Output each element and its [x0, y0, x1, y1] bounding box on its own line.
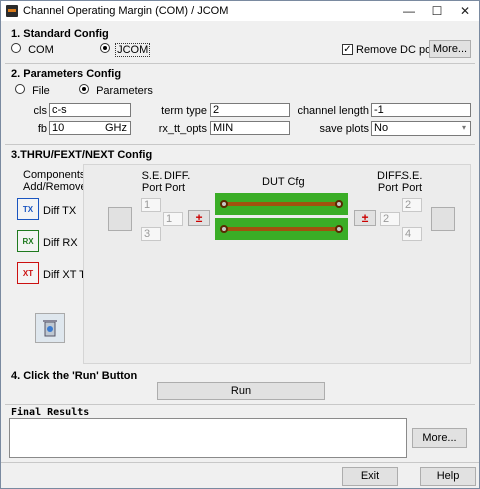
cls-label: cls — [33, 105, 47, 117]
diff-rx-label: Diff RX — [43, 237, 78, 249]
app-icon — [6, 5, 18, 17]
left-diff-port[interactable]: 1 — [163, 212, 183, 226]
left-se-port-label-2: Port — [141, 182, 163, 194]
left-se-port-bottom[interactable]: 3 — [141, 227, 161, 241]
components-label-2: Add/Remove — [23, 181, 87, 193]
channel-length-label: channel length — [297, 105, 369, 117]
standard-config-heading: 1. Standard Config — [11, 28, 109, 40]
divider — [5, 404, 475, 405]
right-polarity-button[interactable]: ± — [354, 210, 376, 226]
left-se-port-top[interactable]: 1 — [141, 198, 161, 212]
fb-label: fb — [37, 123, 47, 135]
maximize-icon[interactable]: ☐ — [423, 1, 451, 21]
results-more-button[interactable]: More... — [412, 428, 467, 448]
close-icon[interactable]: ✕ — [451, 1, 479, 21]
channel-length-field[interactable]: -1 — [371, 103, 471, 117]
dut-trace-bottom[interactable] — [215, 218, 348, 240]
chevron-down-icon: ▾ — [461, 123, 466, 132]
diff-xt-tx-icon[interactable]: XT — [17, 262, 39, 284]
right-diff-port-label-2: Port — [377, 182, 399, 194]
standard-more-button[interactable]: More... — [429, 40, 471, 58]
file-radio-label: File — [32, 85, 50, 97]
thru-config-heading: 3.THRU/FEXT/NEXT Config — [11, 149, 153, 161]
term-type-label: term type — [161, 105, 207, 117]
client-area: 1. Standard Config COM JCOM ✓ Remove DC … — [1, 21, 479, 488]
save-plots-select[interactable]: No ▾ — [371, 121, 471, 136]
trash-icon[interactable] — [35, 313, 65, 343]
window-title: Channel Operating Margin (COM) / JCOM — [23, 5, 229, 17]
com-radio[interactable]: COM — [11, 43, 54, 56]
parameters-radio[interactable]: Parameters — [79, 84, 153, 97]
app-window: Channel Operating Margin (COM) / JCOM — … — [0, 0, 480, 489]
final-results-heading: Final Results — [11, 407, 90, 418]
dut-cfg-label: DUT Cfg — [262, 176, 305, 188]
fb-value: 10 — [52, 122, 65, 134]
parameters-radio-label: Parameters — [96, 85, 153, 97]
dut-trace-top[interactable] — [215, 193, 348, 215]
divider — [5, 63, 475, 64]
right-diff-port[interactable]: 2 — [380, 212, 400, 226]
divider — [5, 144, 475, 145]
exit-button[interactable]: Exit — [342, 467, 398, 486]
jcom-radio-label: JCOM — [115, 43, 151, 57]
left-diff-port-label-2: Port — [164, 182, 186, 194]
left-diff-port-label-1: DIFF. — [164, 170, 191, 182]
trash-icon-graphic — [43, 320, 57, 337]
left-se-port-label-1: S.E. — [141, 170, 163, 182]
pad-icon — [335, 200, 343, 208]
fb-field[interactable]: 10 GHz — [49, 121, 131, 135]
file-radio[interactable]: File — [15, 84, 50, 97]
term-type-field[interactable]: 2 — [210, 103, 290, 117]
right-se-port-top[interactable]: 2 — [402, 198, 422, 212]
left-component-slot[interactable] — [108, 207, 132, 231]
diff-rx-icon[interactable]: RX — [17, 230, 39, 252]
pad-icon — [335, 225, 343, 233]
fb-unit: GHz — [105, 122, 127, 134]
right-se-port-label-2: Port — [401, 182, 423, 194]
left-polarity-button[interactable]: ± — [188, 210, 210, 226]
pad-icon — [220, 200, 228, 208]
run-button[interactable]: Run — [157, 382, 325, 400]
help-button[interactable]: Help — [420, 467, 476, 486]
parameters-config-heading: 2. Parameters Config — [11, 68, 122, 80]
divider — [1, 462, 479, 463]
rx-tt-opts-field[interactable]: MIN — [210, 121, 290, 135]
right-diff-port-label-1: DIFF. — [377, 170, 404, 182]
com-radio-label: COM — [28, 44, 54, 56]
diff-tx-icon[interactable]: TX — [17, 198, 39, 220]
right-component-slot[interactable] — [431, 207, 455, 231]
remove-dc-checkbox[interactable]: ✓ — [342, 44, 353, 55]
com-radio-circle[interactable] — [11, 43, 21, 53]
final-results-box[interactable] — [9, 418, 407, 458]
rx-tt-opts-label: rx_tt_opts — [158, 123, 207, 135]
cls-field[interactable]: c-s — [49, 103, 131, 117]
components-label-1: Components — [23, 169, 86, 181]
title-bar: Channel Operating Margin (COM) / JCOM — … — [1, 1, 479, 21]
minimize-icon[interactable]: — — [395, 1, 423, 21]
trace-line — [223, 227, 340, 231]
diff-tx-label: Diff TX — [43, 205, 77, 217]
jcom-radio[interactable]: JCOM — [100, 43, 151, 57]
trace-line — [223, 202, 340, 206]
right-se-port-label-1: S.E. — [401, 170, 423, 182]
save-plots-value: No — [374, 122, 389, 134]
run-heading: 4. Click the 'Run' Button — [11, 370, 138, 382]
parameters-radio-circle[interactable] — [79, 84, 89, 94]
file-radio-circle[interactable] — [15, 84, 25, 94]
jcom-radio-circle[interactable] — [100, 43, 110, 53]
right-se-port-bottom[interactable]: 4 — [402, 227, 422, 241]
save-plots-label: save plots — [319, 123, 369, 135]
pad-icon — [220, 225, 228, 233]
